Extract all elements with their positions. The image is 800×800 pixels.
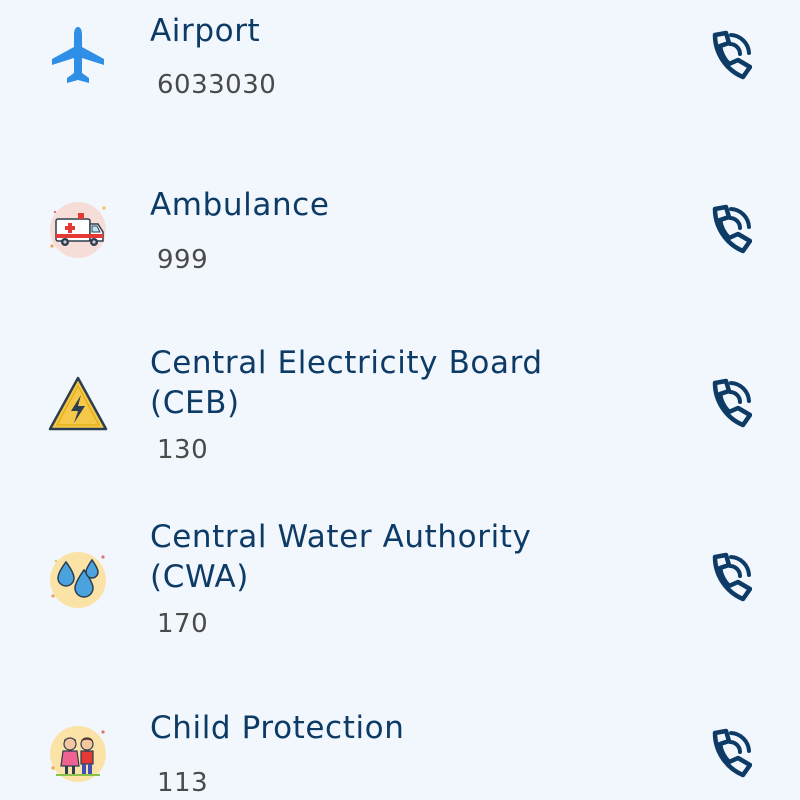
contact-name: Ambulance xyxy=(150,187,330,223)
contact-number: 999 xyxy=(157,245,209,275)
list-item[interactable]: Ambulance 999 xyxy=(0,160,800,320)
list-item[interactable]: Central Water Authority (CWA) 170 xyxy=(0,500,800,680)
phone-call-icon[interactable] xyxy=(700,726,752,782)
electricity-warning-icon xyxy=(48,376,108,436)
contact-name: Airport xyxy=(150,13,261,49)
children-icon xyxy=(48,724,108,784)
ambulance-icon xyxy=(48,200,108,260)
contact-number: 6033030 xyxy=(157,70,277,100)
phone-call-icon[interactable] xyxy=(700,28,752,84)
contact-number: 130 xyxy=(157,435,209,465)
contact-number: 113 xyxy=(157,768,209,798)
phone-call-icon[interactable] xyxy=(700,376,752,432)
contact-name: Child Protection xyxy=(150,710,405,746)
list-item[interactable]: Central Electricity Board (CEB) 130 xyxy=(0,320,800,500)
contact-name: Central Electricity Board (CEB) xyxy=(150,345,543,421)
phone-call-icon[interactable] xyxy=(700,202,752,258)
contact-number: 170 xyxy=(157,609,209,639)
list-item[interactable]: Airport 6033030 xyxy=(0,0,800,160)
airplane-icon xyxy=(48,25,108,85)
list-item[interactable]: Child Protection 113 xyxy=(0,680,800,800)
contact-name: Central Water Authority (CWA) xyxy=(150,519,532,595)
phone-call-icon[interactable] xyxy=(700,550,752,606)
water-drops-icon xyxy=(48,550,108,610)
